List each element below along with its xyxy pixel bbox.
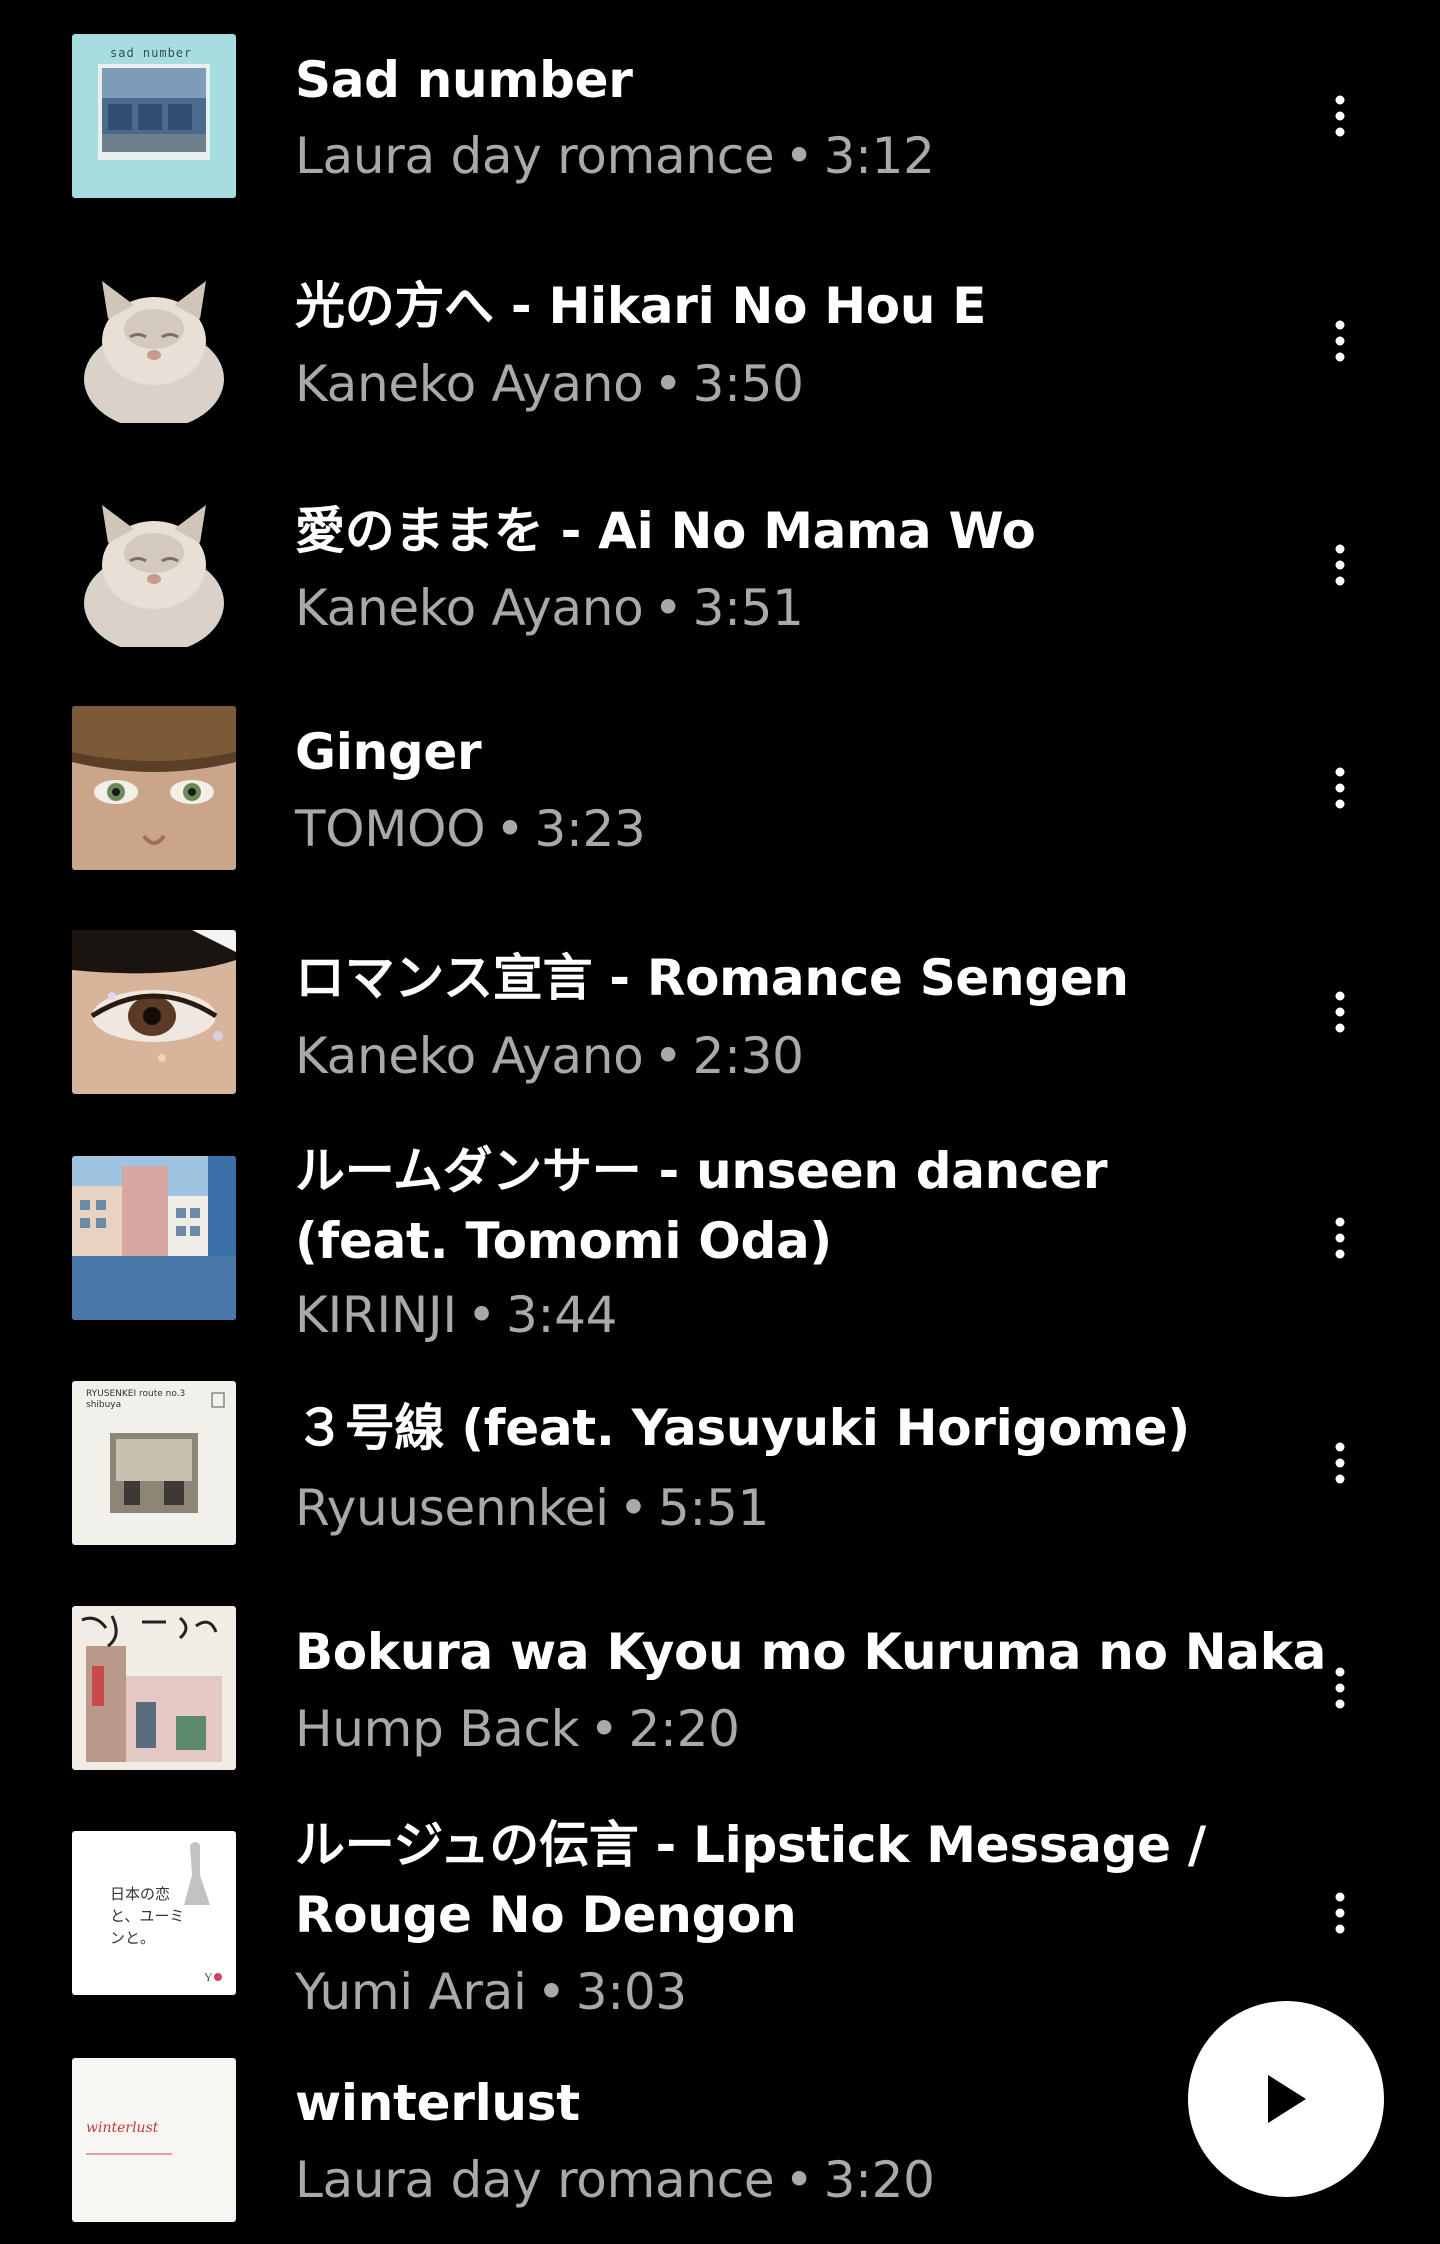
track-duration: 3:50 xyxy=(692,355,804,413)
more-options-button[interactable] xyxy=(1310,76,1370,156)
more-vert-icon xyxy=(1335,544,1345,586)
track-meta: Kaneko Ayano • 3:50 xyxy=(295,349,804,419)
more-options-button[interactable] xyxy=(1310,972,1370,1052)
track-artist: KIRINJI xyxy=(295,1286,457,1344)
track-title: winterlust xyxy=(295,2074,580,2132)
more-vert-icon xyxy=(1335,1217,1345,1259)
album-art-cat xyxy=(72,259,236,423)
more-vert-icon xyxy=(1335,95,1345,137)
track-meta: KIRINJI • 3:44 xyxy=(295,1280,617,1350)
track-meta: Kaneko Ayano • 2:30 xyxy=(295,1021,804,1091)
more-options-button[interactable] xyxy=(1310,1423,1370,1503)
album-art-cat xyxy=(72,483,236,647)
track-duration: 3:12 xyxy=(823,127,935,185)
album-art-eye-closeup xyxy=(72,930,236,1094)
track-meta: Laura day romance • 3:12 xyxy=(295,121,935,191)
track-meta: TOMOO • 3:23 xyxy=(295,794,646,864)
more-options-button[interactable] xyxy=(1310,1198,1370,1278)
more-options-button[interactable] xyxy=(1310,1873,1370,1953)
more-vert-icon xyxy=(1335,320,1345,362)
track-artist: Kaneko Ayano xyxy=(295,579,644,637)
separator: • xyxy=(784,127,814,185)
album-art-sad-number: sad number xyxy=(72,34,236,198)
track-duration: 3:51 xyxy=(692,579,804,637)
album-art-label: RYUSENKEI route no.3 shibuya xyxy=(86,1389,186,1410)
svg-text:Y: Y xyxy=(204,1970,213,1984)
track-title: 愛のままを - Ai No Mama Wo xyxy=(295,502,1036,560)
more-options-button[interactable] xyxy=(1310,301,1370,381)
track-meta: Kaneko Ayano • 3:51 xyxy=(295,573,804,643)
track-duration: 3:20 xyxy=(823,2151,935,2209)
track-duration: 3:23 xyxy=(534,800,646,858)
play-icon xyxy=(1268,2075,1306,2123)
album-art-label: sad number xyxy=(110,46,193,60)
album-art-street xyxy=(72,1606,236,1770)
track-title: Bokura wa Kyou mo Kuruma no Naka xyxy=(295,1623,1327,1681)
album-art-route-no3: RYUSENKEI route no.3 shibuya xyxy=(72,1381,236,1545)
track-title: Sad number xyxy=(295,51,633,109)
more-vert-icon xyxy=(1335,991,1345,1033)
separator: • xyxy=(784,2151,814,2209)
separator: • xyxy=(618,1479,649,1537)
track-duration: 3:44 xyxy=(506,1286,618,1344)
album-art-label: 日本の恋と、ユーミンと。 xyxy=(110,1885,185,1947)
more-options-button[interactable] xyxy=(1310,525,1370,605)
track-artist: TOMOO xyxy=(295,800,486,858)
separator: • xyxy=(536,1963,567,2021)
track-title: ロマンス宣言 - Romance Sengen xyxy=(295,949,1129,1007)
track-meta: Yumi Arai • 3:03 xyxy=(295,1957,687,2027)
track-duration: 2:30 xyxy=(692,1027,804,1085)
separator: • xyxy=(653,1027,683,1085)
separator: • xyxy=(589,1700,619,1758)
more-vert-icon xyxy=(1335,1892,1345,1934)
more-vert-icon xyxy=(1335,1667,1345,1709)
track-title: ３号線 (feat. Yasuyuki Horigome) xyxy=(295,1399,1190,1457)
track-duration: 5:51 xyxy=(657,1479,769,1537)
more-options-button[interactable] xyxy=(1310,748,1370,828)
separator: • xyxy=(495,800,525,858)
track-artist: Kaneko Ayano xyxy=(295,1027,644,1085)
track-artist: Laura day romance xyxy=(295,2151,775,2209)
separator: • xyxy=(653,579,683,637)
track-meta: Laura day romance • 3:20 xyxy=(295,2145,935,2215)
more-vert-icon xyxy=(1335,1442,1345,1484)
track-title: ルームダンサー - unseen dancer (feat. Tomomi Od… xyxy=(295,1142,1108,1270)
track-title: 光の方へ - Hikari No Hou E xyxy=(295,277,987,335)
track-artist: Kaneko Ayano xyxy=(295,355,644,413)
separator: • xyxy=(653,355,683,413)
play-button[interactable] xyxy=(1188,2001,1384,2197)
more-vert-icon xyxy=(1335,767,1345,809)
album-art-ginger xyxy=(72,706,236,870)
track-duration: 3:03 xyxy=(575,1963,687,2021)
track-title: ルージュの伝言 - Lipstick Message / Rouge No De… xyxy=(295,1816,1206,1944)
album-art-yuming: Y 日本の恋と、ユーミンと。 xyxy=(72,1831,236,1995)
track-title: Ginger xyxy=(295,723,482,781)
separator: • xyxy=(466,1286,497,1344)
track-meta: Ryuusennkei • 5:51 xyxy=(295,1473,769,1543)
track-artist: Yumi Arai xyxy=(295,1963,527,2021)
more-options-button[interactable] xyxy=(1310,1648,1370,1728)
album-art-buildings xyxy=(72,1156,236,1320)
track-duration: 2:20 xyxy=(628,1700,740,1758)
track-meta: Hump Back • 2:20 xyxy=(295,1694,740,1764)
album-art-label: winterlust xyxy=(86,2120,159,2136)
album-art-winterlust: winterlust xyxy=(72,2058,236,2222)
track-artist: Ryuusennkei xyxy=(295,1479,609,1537)
track-artist: Hump Back xyxy=(295,1700,580,1758)
track-artist: Laura day romance xyxy=(295,127,775,185)
